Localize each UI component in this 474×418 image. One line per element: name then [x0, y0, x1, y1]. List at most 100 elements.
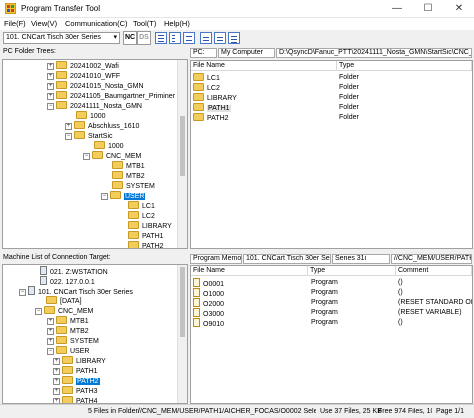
collapse-icon[interactable]: −	[19, 289, 26, 296]
pc-tree-item-20241105-baumgartner-priminer[interactable]: +20241105_Baumgartner_Priminer	[47, 91, 175, 101]
pc-tree-item-lc2[interactable]: LC2	[117, 211, 155, 221]
expand-icon[interactable]: +	[53, 378, 60, 385]
pc-tree-item-cnc-mem[interactable]: − CNC_MEM	[83, 151, 141, 161]
ds-button[interactable]: DS	[137, 31, 151, 45]
pc-path-field[interactable]: D:\QsyncD\Fanuc_PTT\20241111_Nosta_GMN\S…	[276, 48, 472, 58]
cnc-file-list[interactable]: File Name Type Comment O0001 Program () O10…	[190, 265, 473, 404]
expand-icon[interactable]: +	[47, 73, 54, 80]
machine-tree-item-022-127-0-0-1[interactable]: 022. 127.0.0.1	[29, 276, 95, 286]
pc-col-file-name[interactable]: File Name	[191, 61, 337, 71]
machine-tree-item-user[interactable]: − USER	[47, 346, 89, 356]
expand-icon[interactable]: +	[65, 123, 72, 130]
cnc-list-row-o9010[interactable]: O9010	[193, 318, 224, 328]
pc-folder-tree[interactable]: +20241002_Wafi +20241010_WFF +20241015_Nos…	[2, 59, 188, 249]
pc-tree-item-20241015-nosta-gmn[interactable]: +20241015_Nosta_GMN	[47, 81, 144, 91]
cnc-list-row-o1000[interactable]: O1000	[193, 288, 224, 298]
nc-button[interactable]: NC	[123, 31, 137, 45]
pc-tree-item-20241002-wafi[interactable]: +20241002_Wafi	[47, 61, 119, 71]
pc-list-row-lc1[interactable]: LC1	[193, 73, 220, 83]
series-select[interactable]: 101. CNCart Tisch 30er Series ▾	[3, 32, 120, 44]
expand-icon[interactable]: +	[47, 93, 54, 100]
expand-icon[interactable]: +	[47, 338, 54, 345]
collapse-icon[interactable]: −	[47, 348, 54, 355]
cnc-file-name: O3000	[203, 311, 225, 318]
expand-icon[interactable]: +	[47, 328, 54, 335]
close-icon[interactable]: ✕	[444, 0, 474, 18]
collapse-icon[interactable]: −	[35, 308, 42, 315]
list-view-icon[interactable]	[155, 32, 167, 44]
pc-tree-item-label: 20241111_Nosta_GMN	[70, 103, 142, 110]
expand-icon[interactable]: +	[53, 358, 60, 365]
collapse-icon[interactable]: −	[101, 193, 108, 200]
pc-tree-item-system[interactable]: SYSTEM	[101, 181, 155, 191]
machine-tree-item-021-z-wstation[interactable]: 021. Z:WSTATION	[29, 266, 108, 276]
transfer-to-pc-icon[interactable]	[200, 32, 212, 44]
collapse-icon[interactable]: −	[47, 103, 54, 110]
expand-icon[interactable]: +	[53, 388, 60, 395]
pc-tree-item-path1[interactable]: PATH1	[117, 231, 164, 241]
pc-tree-item-library[interactable]: LIBRARY	[117, 221, 172, 231]
pc-file-name: LC2	[207, 85, 220, 92]
machine-tree[interactable]: 021. Z:WSTATION 022. 127.0.0.1 − 101. CNCar…	[2, 264, 188, 404]
machine-tree-item-path3[interactable]: + PATH3	[53, 386, 98, 396]
expand-icon[interactable]: +	[53, 368, 60, 375]
menu-communication[interactable]: Communication(C)	[65, 19, 128, 28]
collapse-icon[interactable]: −	[83, 153, 90, 160]
program-memory-path[interactable]: //CNC_MEM/USER/PATH1/	[391, 254, 472, 264]
pc-tree-item-user[interactable]: − USER	[101, 191, 146, 201]
machine-tree-item-data[interactable]: [DATA]	[35, 296, 82, 306]
menu-view[interactable]: View(V)	[31, 19, 57, 28]
machine-tree-item-cnc-mem[interactable]: − CNC_MEM	[35, 306, 93, 316]
pc-tree-scrollbar[interactable]	[177, 60, 187, 248]
machine-tree-item-101-cncart-tisch-30er-series[interactable]: − 101. CNCart Tisch 30er Series	[19, 286, 133, 296]
pc-tree-item-abschluss-1610[interactable]: + Abschluss_1610	[65, 121, 139, 131]
expand-icon[interactable]: +	[47, 83, 54, 90]
machine-tree-item-path1[interactable]: + PATH1	[53, 366, 98, 376]
cnc-list-row-o3000[interactable]: O3000	[193, 308, 224, 318]
cnc-col-file-name[interactable]: File Name	[191, 266, 308, 276]
cnc-col-comment[interactable]: Comment	[396, 266, 472, 276]
pc-tree-item-lc1[interactable]: LC1	[117, 201, 155, 211]
expand-icon[interactable]: +	[47, 318, 54, 325]
pc-tree-item-20241010-wff[interactable]: +20241010_WFF	[47, 71, 120, 81]
machine-tree-scrollbar[interactable]	[177, 265, 187, 403]
pc-tree-scroll-thumb[interactable]	[180, 116, 185, 176]
pc-tree-item-mtb1[interactable]: MTB1	[101, 161, 145, 171]
pc-tree-item-label: LC1	[142, 203, 155, 210]
machine-tree-item-label: MTB1	[70, 318, 89, 325]
machine-tree-item-path4[interactable]: + PATH4	[53, 396, 98, 403]
menu-tool[interactable]: Tool(T)	[133, 19, 156, 28]
pc-tree-item-path2[interactable]: PATH2	[117, 241, 164, 248]
machine-tree-item-system[interactable]: + SYSTEM	[47, 336, 99, 346]
pc-list-row-lc2[interactable]: LC2	[193, 83, 220, 93]
pc-tree-item-20241111-nosta-gmn[interactable]: − 20241111_Nosta_GMN	[47, 101, 142, 111]
cnc-list-row-o0001[interactable]: O0001	[193, 278, 224, 288]
expand-icon[interactable]: +	[47, 63, 54, 70]
machine-tree-item-library[interactable]: + LIBRARY	[53, 356, 106, 366]
grid-view-icon[interactable]	[183, 32, 195, 44]
cnc-list-row-o2000[interactable]: O2000	[193, 298, 224, 308]
collapse-icon[interactable]: −	[65, 133, 72, 140]
pc-col-type[interactable]: Type	[337, 61, 472, 71]
cnc-col-type[interactable]: Type	[308, 266, 396, 276]
maximize-icon[interactable]: ☐	[413, 0, 443, 18]
folder-icon	[193, 103, 204, 111]
pc-list-row-path1[interactable]: PATH1	[193, 103, 231, 113]
menu-file[interactable]: File(F)	[4, 19, 26, 28]
pc-list-row-path2[interactable]: PATH2	[193, 113, 229, 123]
machine-tree-item-mtb2[interactable]: + MTB2	[47, 326, 89, 336]
compare-icon[interactable]	[228, 32, 240, 44]
pc-file-list[interactable]: File Name Type LC1 Folder LC2 Folder LIBRARY…	[190, 60, 473, 249]
machine-tree-item-mtb1[interactable]: + MTB1	[47, 316, 89, 326]
pc-tree-item-1000[interactable]: 1000	[83, 141, 124, 151]
detail-view-icon[interactable]	[169, 32, 181, 44]
machine-tree-item-path2[interactable]: + PATH2	[53, 376, 100, 386]
pc-tree-item-1000[interactable]: 1000	[65, 111, 106, 121]
transfer-to-cnc-icon[interactable]	[214, 32, 226, 44]
minimize-icon[interactable]: —	[382, 0, 412, 18]
pc-tree-item-mtb2[interactable]: MTB2	[101, 171, 145, 181]
menu-help[interactable]: Help(H)	[164, 19, 190, 28]
machine-tree-scroll-thumb[interactable]	[180, 267, 185, 337]
pc-list-row-library[interactable]: LIBRARY	[193, 93, 237, 103]
pc-tree-item-startsic[interactable]: − StartSic	[65, 131, 113, 141]
